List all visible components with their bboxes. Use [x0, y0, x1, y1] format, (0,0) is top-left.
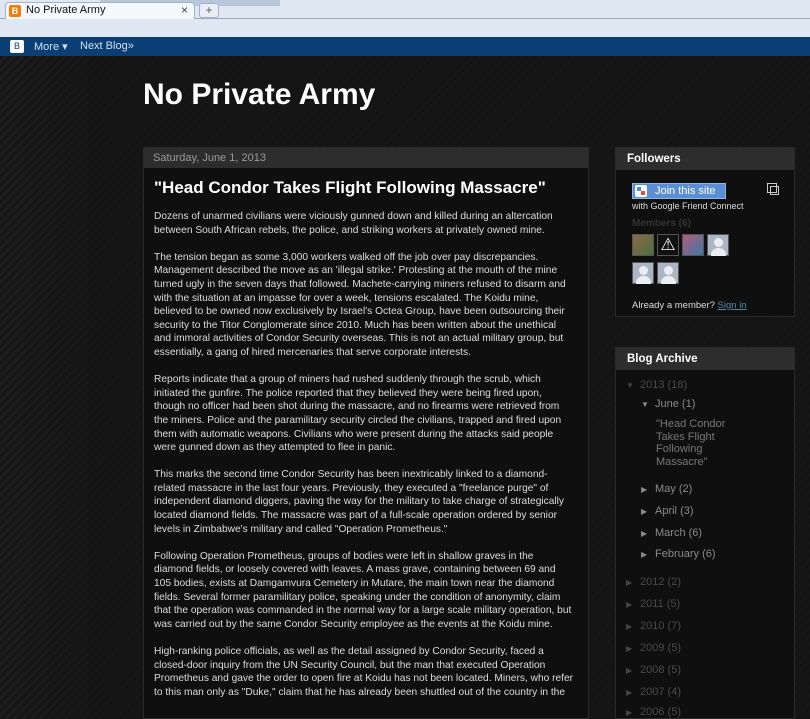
post-paragraph: Reports indicate that a group of miners … [154, 374, 562, 454]
post-paragraph: Dozens of unarmed civilians were vicious… [154, 211, 553, 236]
already-member-label: Already a member? [632, 300, 715, 311]
archive-year-2006[interactable]: ▶ 2006 (5) [626, 706, 681, 718]
archive-year-2009[interactable]: ▶ 2009 (5) [626, 642, 681, 654]
expanded-arrow-icon[interactable]: ▼ [626, 381, 640, 390]
post-paragraph: This marks the second time Condor Securi… [154, 469, 564, 535]
archive-year-2011[interactable]: ▶ 2011 (5) [626, 598, 680, 610]
browser-tab-bar: B No Private Army × + [0, 0, 810, 19]
next-blog-link[interactable]: Next Blog» [80, 40, 134, 52]
join-site-button[interactable]: Join this site [632, 183, 726, 199]
main-post-column: Saturday, June 1, 2013 "Head Condor Take… [143, 147, 589, 719]
already-member-text: Already a member? Sign in [632, 300, 747, 311]
avatar[interactable] [632, 234, 654, 256]
collapsed-arrow-icon[interactable]: ▶ [626, 578, 640, 587]
post-paragraph: The tension began as some 3,000 workers … [154, 251, 566, 358]
archive-heading: Blog Archive [616, 348, 794, 370]
address-area [0, 19, 810, 37]
join-site-label: Join this site [655, 185, 716, 197]
archive-post-link[interactable]: "Head Condor Takes Flight Following Mass… [656, 418, 725, 468]
expanded-arrow-icon[interactable]: ▼ [641, 400, 655, 409]
collapsed-arrow-icon[interactable]: ▶ [641, 507, 655, 516]
post-paragraph: Following Operation Prometheus, groups o… [154, 550, 572, 630]
friend-connect-text: with Google Friend Connect [632, 201, 744, 211]
archive-month-june[interactable]: ▼ June (1) [641, 398, 695, 410]
blog-title[interactable]: No Private Army [143, 78, 375, 112]
collapsed-arrow-icon[interactable]: ▶ [626, 666, 640, 675]
collapsed-arrow-icon[interactable]: ▶ [641, 550, 655, 559]
post-body: Dozens of unarmed civilians were vicious… [144, 198, 588, 699]
more-menu-button[interactable]: More ▾ [34, 40, 68, 53]
tab-close-icon[interactable]: × [181, 3, 188, 17]
post-title[interactable]: "Head Condor Takes Flight Following Mass… [144, 168, 588, 198]
collapsed-arrow-icon[interactable]: ▶ [626, 600, 640, 609]
tab-title: No Private Army [26, 4, 106, 16]
archive-year-2012[interactable]: ▶ 2012 (2) [626, 576, 681, 588]
collapsed-arrow-icon[interactable]: ▶ [626, 688, 640, 697]
avatar[interactable] [632, 262, 654, 284]
friend-connect-icon [635, 185, 647, 197]
members-label: Members (6) [632, 218, 691, 229]
avatar[interactable] [682, 234, 704, 256]
collapsed-arrow-icon[interactable]: ▶ [626, 622, 640, 631]
collapsed-arrow-icon[interactable]: ▶ [626, 708, 640, 717]
collapsed-arrow-icon[interactable]: ▶ [641, 485, 655, 494]
blogger-navbar: B More ▾ Next Blog» [0, 37, 810, 56]
archive-month-april[interactable]: ▶ April (3) [641, 505, 694, 517]
blog-archive-widget: Blog Archive ▼ 2013 (18) ▼ June (1) "Head … [615, 347, 795, 719]
collapsed-arrow-icon[interactable]: ▶ [626, 644, 640, 653]
post-date: Saturday, June 1, 2013 [144, 148, 588, 168]
followers-heading: Followers [616, 148, 794, 170]
archive-month-february[interactable]: ▶ February (6) [641, 548, 716, 560]
archive-year-2013[interactable]: ▼ 2013 (18) [626, 379, 687, 391]
collapsed-arrow-icon[interactable]: ▶ [641, 529, 655, 538]
new-tab-button[interactable]: + [199, 3, 219, 18]
archive-month-may[interactable]: ▶ May (2) [641, 483, 692, 495]
archive-year-2010[interactable]: ▶ 2010 (7) [626, 620, 681, 632]
warning-avatar-icon[interactable]: ⚠ [657, 234, 679, 256]
browser-tab[interactable]: B No Private Army × [5, 2, 195, 19]
post-paragraph: High-ranking police officials, as well a… [154, 646, 574, 698]
archive-year-2008[interactable]: ▶ 2008 (5) [626, 664, 681, 676]
popout-icon[interactable] [767, 183, 779, 195]
archive-year-2007[interactable]: ▶ 2007 (4) [626, 686, 681, 698]
avatar[interactable] [707, 234, 729, 256]
blogger-logo-icon[interactable]: B [10, 40, 24, 53]
followers-widget: Followers Join this site with Google Fri… [615, 147, 795, 317]
sign-in-link[interactable]: Sign in [718, 300, 747, 311]
blogger-favicon-icon: B [9, 5, 21, 17]
archive-month-march[interactable]: ▶ March (6) [641, 527, 702, 539]
avatar[interactable] [657, 262, 679, 284]
